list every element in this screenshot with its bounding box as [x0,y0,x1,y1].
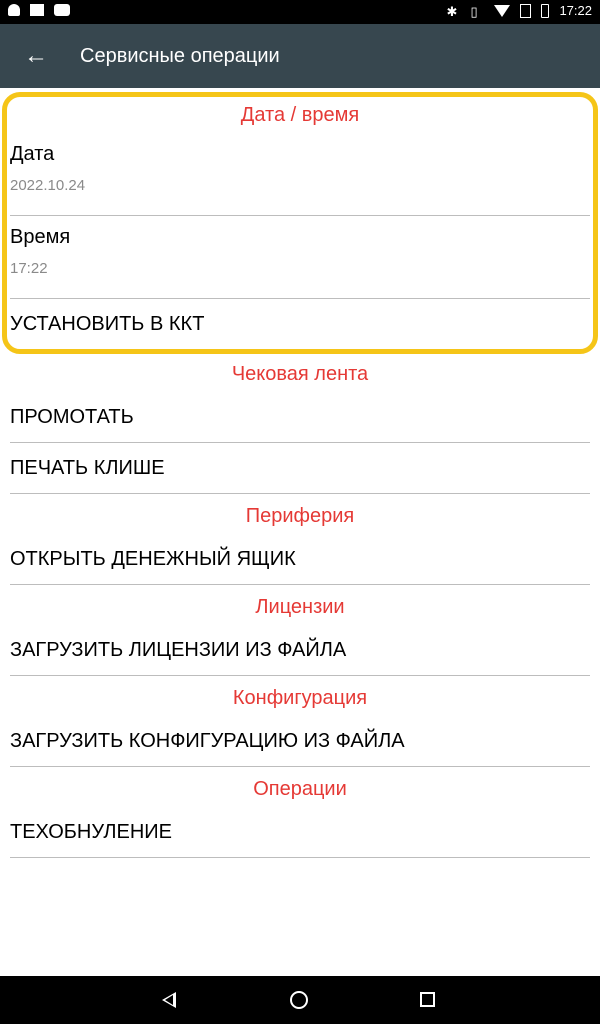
time-value: 17:22 [10,260,48,277]
nav-back-icon[interactable] [162,992,176,1008]
image-notification-icon [30,4,44,16]
vibrate-icon: ▯ [470,3,478,19]
arrow-left-icon: ← [24,42,48,69]
tech-reset-button[interactable]: ТЕХОБНУЛЕНИЕ [10,807,590,858]
time-setting[interactable]: Время 17:22 [10,216,590,299]
alarm-icon [8,4,20,16]
nav-recents-icon[interactable] [420,992,435,1007]
section-header-receipt-tape: Чековая лента [231,363,369,385]
open-cash-drawer-button[interactable]: ОТКРЫТЬ ДЕНЕЖНЫЙ ЯЩИК [10,534,590,585]
battery-icon [541,3,550,18]
set-in-kkt-button[interactable]: УСТАНОВИТЬ В ККТ [10,299,590,350]
date-title: Дата [10,143,55,165]
feed-tape-button[interactable]: ПРОМОТАТЬ [10,392,590,443]
status-bar: ✱ ▯ 17:22 [0,0,600,24]
load-configuration-button[interactable]: ЗАГРУЗИТЬ КОНФИГУРАЦИЮ ИЗ ФАЙЛА [10,716,590,767]
section-header-operations: Операции [253,778,347,800]
section-header-periphery: Периферия [245,505,355,527]
page-title: Сервисные операции [80,45,280,67]
print-cliche-button[interactable]: ПЕЧАТЬ КЛИШЕ [10,443,590,494]
bluetooth-icon: ✱ [446,3,458,19]
status-time: 17:22 [559,3,592,18]
date-setting[interactable]: Дата 2022.10.24 [10,133,590,216]
back-button[interactable]: ← [18,38,54,74]
wifi-icon [494,5,511,17]
app-bar: ← Сервисные операции [0,24,600,88]
settings-list: Дата / время Дата 2022.10.24 Время 17:22… [0,88,600,858]
message-notification-icon [54,4,70,16]
no-sim-icon [520,3,532,18]
load-licenses-button[interactable]: ЗАГРУЗИТЬ ЛИЦЕНЗИИ ИЗ ФАЙЛА [10,625,590,676]
navigation-bar [0,976,600,1024]
nav-home-icon[interactable] [290,991,308,1009]
section-header-datetime: Дата / время [240,104,360,126]
section-header-licenses: Лицензии [255,596,345,618]
date-value: 2022.10.24 [10,177,86,194]
section-header-configuration: Конфигурация [232,687,368,709]
time-title: Время [10,226,71,248]
